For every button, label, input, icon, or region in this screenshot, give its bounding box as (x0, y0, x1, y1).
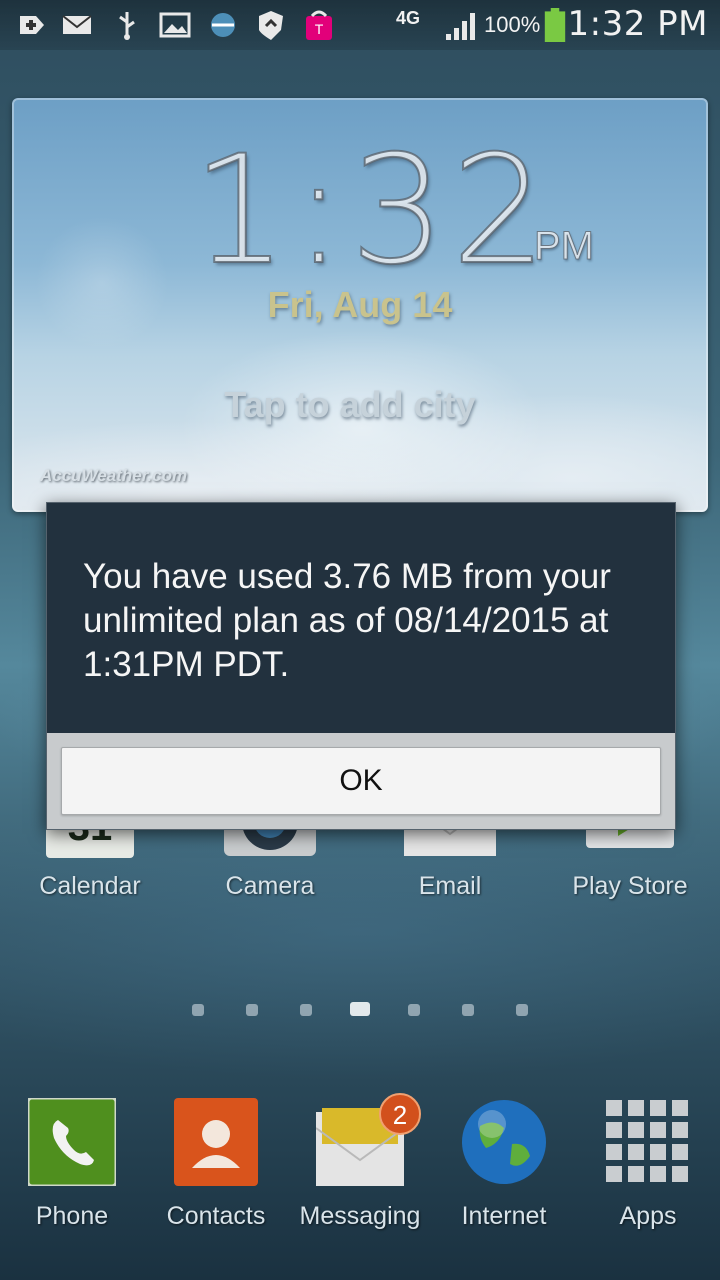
dock-label: Apps (619, 1202, 677, 1230)
phone-icon (28, 1098, 116, 1186)
dialog-footer: OK (47, 733, 675, 829)
widget-clock-ampm: PM (534, 224, 595, 269)
data-usage-dialog: You have used 3.76 MB from your unlimite… (46, 502, 676, 830)
app-label: Calendar (39, 872, 141, 900)
app-label: Play Store (572, 872, 688, 900)
dock-label: Phone (35, 1202, 109, 1230)
contacts-icon (174, 1098, 258, 1186)
signal-icon (446, 13, 475, 40)
page-dot[interactable] (408, 1004, 420, 1016)
battery-icon (544, 8, 566, 42)
add-city-link[interactable]: Tap to add city (12, 384, 688, 426)
status-bar: T 4G 100% 1:32 PM (0, 0, 720, 50)
page-dot-active[interactable] (350, 1002, 370, 1016)
page-dot[interactable] (300, 1004, 312, 1016)
accuweather-brand: AccuWeather.com (40, 466, 188, 485)
dock: Phone Contacts 2 Messaging Internet Apps (0, 1090, 720, 1270)
dialog-message: You have used 3.76 MB from your unlimite… (83, 557, 611, 684)
gallery-icon (159, 12, 191, 38)
dock-label: Messaging (299, 1202, 421, 1230)
status-time: 1:32 PM (567, 4, 708, 44)
shield-icon (259, 11, 283, 40)
usb-icon (119, 12, 135, 40)
weather-clock-widget[interactable]: 1:32 PM Fri, Aug 14 Tap to add city Accu… (12, 98, 708, 512)
battery-percent: 100% (484, 12, 541, 37)
email-icon (62, 15, 92, 34)
svg-text:T: T (315, 21, 324, 37)
page-dot[interactable] (462, 1004, 474, 1016)
app-label: Camera (225, 872, 315, 900)
page-dot[interactable] (192, 1004, 204, 1016)
apps-grid-icon (606, 1100, 688, 1182)
widget-clock-time: 1:32 (191, 124, 553, 298)
unread-badge-count: 2 (392, 1100, 408, 1130)
globe-icon (462, 1100, 546, 1184)
dock-label: Contacts (166, 1202, 266, 1230)
network-type: 4G (396, 8, 421, 28)
widget-date: Fri, Aug 14 (267, 284, 453, 325)
ok-button[interactable]: OK (61, 747, 661, 815)
app-label: Email (418, 872, 482, 900)
page-dot[interactable] (516, 1004, 528, 1016)
dock-label: Internet (461, 1202, 547, 1230)
tmobile-icon: T (306, 10, 332, 40)
sync-icon (211, 13, 235, 37)
page-dot[interactable] (246, 1004, 258, 1016)
page-indicator (0, 1000, 720, 1020)
add-icon (20, 16, 44, 34)
